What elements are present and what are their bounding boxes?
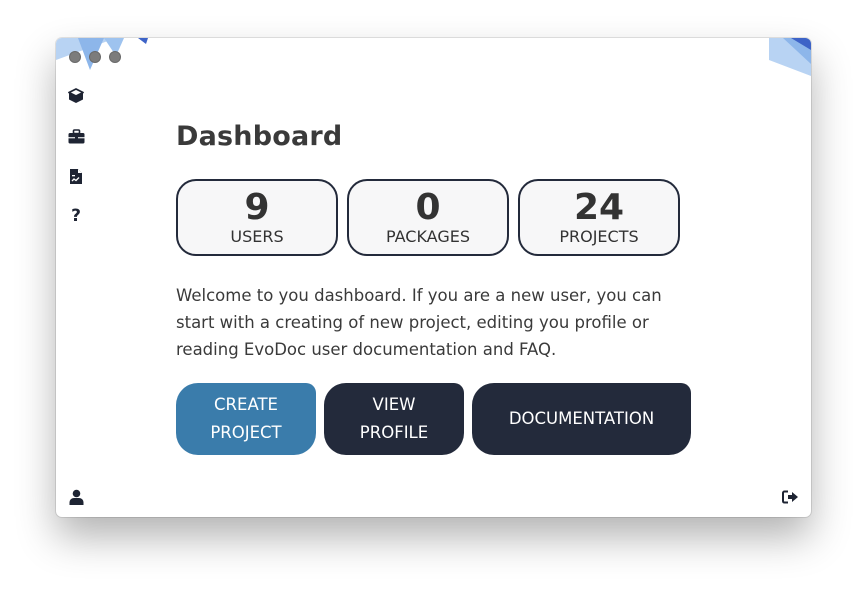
page-title: Dashboard [176,121,343,152]
minimize-window-button[interactable] [89,51,101,63]
document-icon [70,168,82,184]
welcome-text: Welcome to you dashboard. If you are a n… [176,286,662,359]
create-project-button[interactable]: CREATE PROJECT [176,383,316,455]
stat-value: 0 [415,186,441,228]
maximize-window-button[interactable] [109,51,121,63]
stat-card-users: 9 USERS [176,179,338,256]
sidebar-item-profile[interactable] [67,488,85,506]
logout-button[interactable] [781,488,799,506]
stat-value: 9 [244,186,270,228]
stat-card-projects: 24 PROJECTS [518,179,680,256]
view-profile-button[interactable]: VIEW PROFILE [324,383,464,455]
cube-icon [68,88,84,103]
stat-card-packages: 0 PACKAGES [347,179,509,256]
corner-decoration-right [769,38,811,76]
stats-row: 9 USERS 0 PACKAGES 24 PROJECTS [176,179,696,256]
sidebar-item-documents[interactable] [67,167,85,185]
documentation-button[interactable]: DOCUMENTATION [472,383,691,455]
app-window: ? Dashboard 9 USERS 0 PACKAGES 24 PROJEC… [56,38,811,517]
stat-value: 24 [573,186,625,228]
stat-label: PROJECTS [559,226,639,246]
sidebar-item-help[interactable]: ? [67,207,85,225]
dashboard-content: Dashboard 9 USERS 0 PACKAGES 24 PROJECTS… [176,118,696,455]
window-controls [69,51,121,63]
stat-label: USERS [230,226,284,246]
briefcase-icon [68,128,84,143]
close-window-button[interactable] [69,51,81,63]
sidebar-item-packages[interactable] [67,87,85,105]
action-buttons: CREATE PROJECT VIEW PROFILE DOCUMENTATIO… [176,383,696,455]
user-icon [69,489,83,505]
sidebar-item-projects[interactable] [67,127,85,145]
stat-label: PACKAGES [386,226,470,246]
question-icon: ? [71,205,81,226]
sign-out-icon [781,490,798,504]
